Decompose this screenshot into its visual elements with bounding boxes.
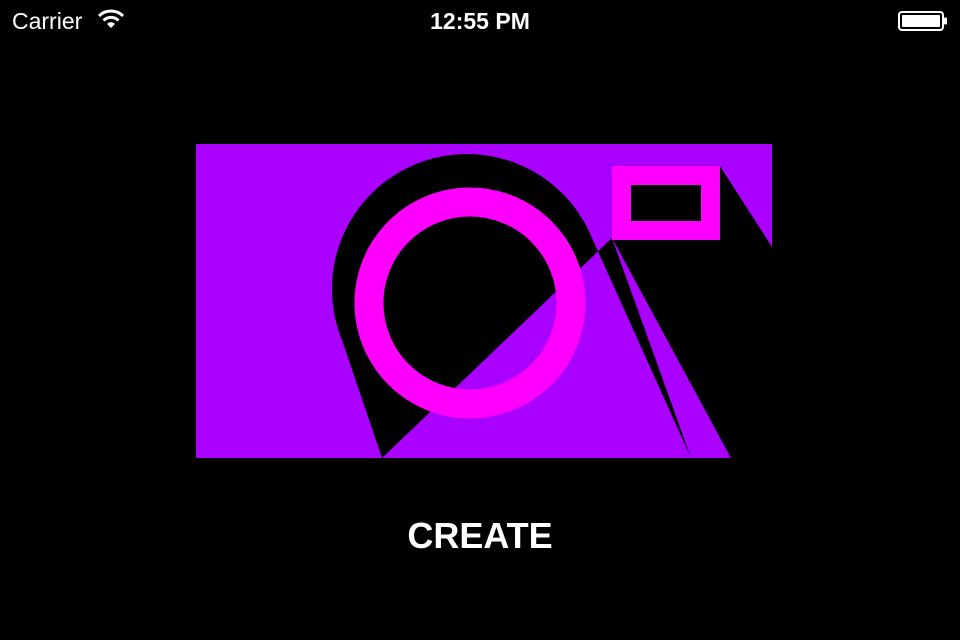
- battery-icon: [898, 11, 947, 31]
- status-time: 12:55 PM: [430, 8, 530, 34]
- status-bar: Carrier 12:55 PM: [0, 0, 960, 40]
- camera-icon[interactable]: [196, 144, 772, 458]
- create-button[interactable]: CREATE: [330, 508, 630, 564]
